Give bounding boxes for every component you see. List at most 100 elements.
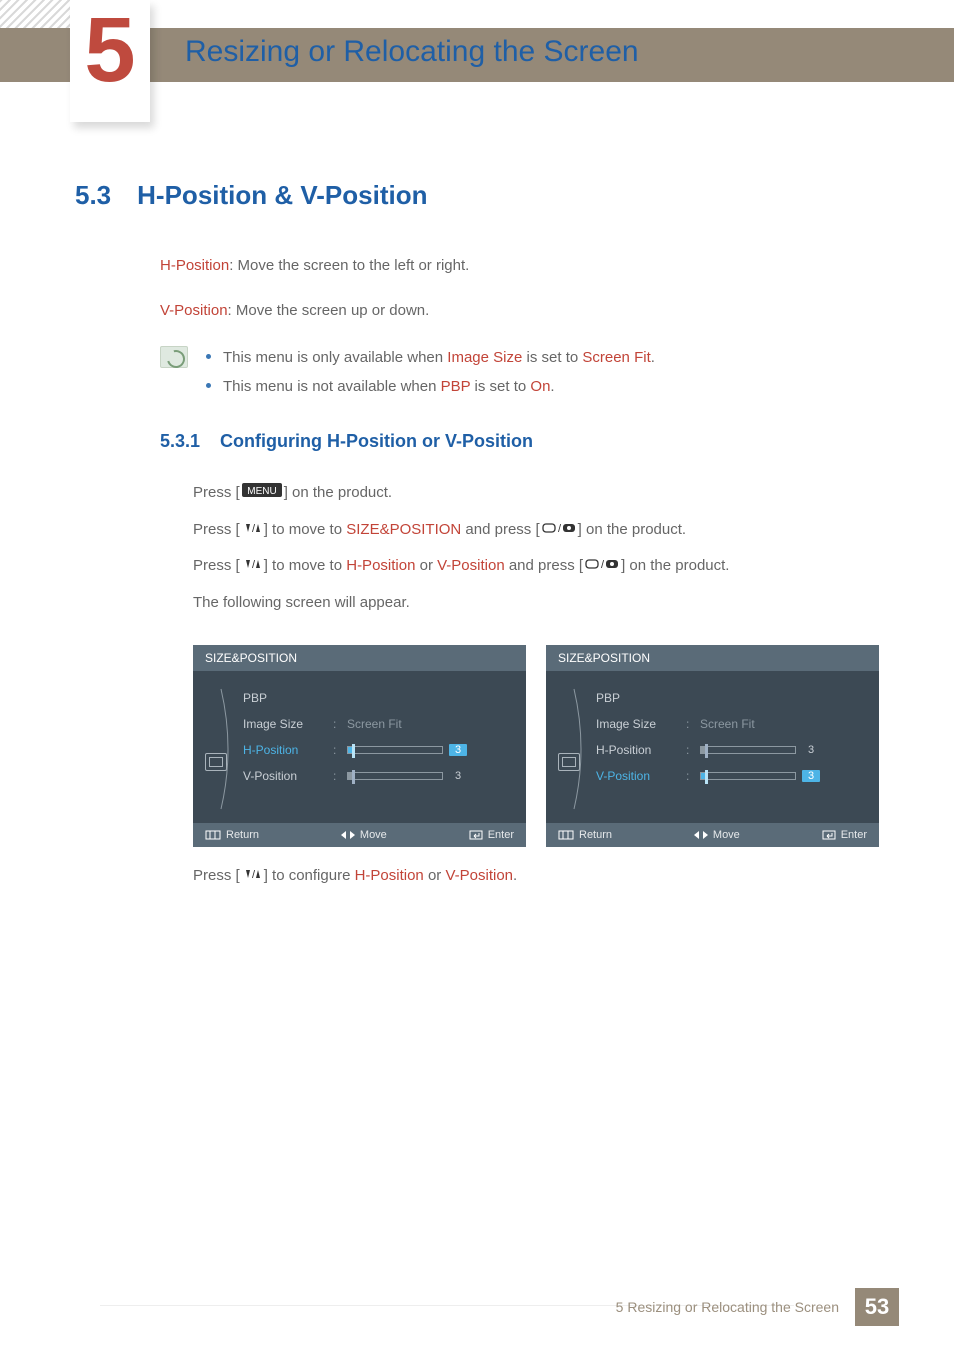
note-text: This menu is only available when bbox=[223, 349, 447, 366]
return-icon bbox=[205, 830, 221, 840]
osd-footer-text: Enter bbox=[841, 829, 867, 841]
step-text: ] to move to bbox=[264, 558, 347, 575]
osd-colon: : bbox=[333, 769, 347, 783]
step-bold: V-Position bbox=[437, 558, 505, 575]
osd-panel-h: SIZE&POSITION PBP Image Size:Screen Fit … bbox=[193, 645, 526, 847]
slider-value: 3 bbox=[802, 744, 820, 756]
osd-title: SIZE&POSITION bbox=[546, 645, 879, 671]
osd-label: PBP bbox=[243, 691, 333, 705]
section-number: 5.3 bbox=[75, 180, 111, 211]
osd-row: H-Position: 3 bbox=[596, 741, 861, 759]
osd-footer-text: Move bbox=[713, 829, 740, 841]
osd-footer-text: Enter bbox=[488, 829, 514, 841]
osd-footer-text: Return bbox=[226, 829, 259, 841]
note-item: This menu is only available when Image S… bbox=[206, 344, 655, 373]
osd-body: PBP Image Size:Screen Fit H-Position:3 V… bbox=[546, 671, 879, 823]
osd-label-active: V-Position bbox=[596, 769, 686, 783]
slider-track bbox=[347, 772, 443, 780]
slider-track bbox=[700, 772, 796, 780]
svg-text:/: / bbox=[252, 559, 256, 571]
osd-row-active: H-Position:3 bbox=[243, 741, 508, 759]
note-text: . bbox=[550, 378, 554, 395]
enter-icon bbox=[469, 830, 483, 840]
osd-label: Image Size bbox=[243, 717, 333, 731]
subsection-heading: 5.3.1 Configuring H-Position or V-Positi… bbox=[160, 431, 879, 452]
osd-slider: 3 bbox=[347, 770, 467, 782]
osd-value: Screen Fit bbox=[700, 717, 755, 731]
svg-text:/: / bbox=[601, 559, 605, 571]
slider-knob bbox=[705, 744, 708, 758]
step-bold: H-Position bbox=[355, 867, 424, 884]
osd-label: Image Size bbox=[596, 717, 686, 731]
step-text: and press [ bbox=[505, 558, 583, 575]
note-item: This menu is not available when PBP is s… bbox=[206, 373, 655, 402]
osd-move: Move bbox=[694, 829, 740, 841]
note-bold: On bbox=[530, 378, 550, 395]
step-text: Press [ bbox=[193, 521, 240, 538]
after-osd-step: Press [/] to configure H-Position or V-P… bbox=[193, 867, 879, 885]
osd-curve-icon bbox=[574, 689, 590, 809]
note-text: . bbox=[651, 349, 655, 366]
step-text: Press [ bbox=[193, 867, 240, 884]
svg-text:/: / bbox=[252, 523, 256, 535]
step-text: . bbox=[513, 867, 517, 884]
section-body: H-Position: Move the screen to the left … bbox=[160, 255, 879, 401]
slider-track bbox=[347, 746, 443, 754]
content-area: 5.3 H-Position & V-Position H-Position: … bbox=[75, 180, 879, 884]
osd-label: H-Position bbox=[596, 743, 686, 757]
chapter-number-box: 5 bbox=[70, 0, 150, 122]
note-text: is set to bbox=[470, 378, 530, 395]
h-position-text: : Move the screen to the left or right. bbox=[229, 257, 469, 274]
osd-colon: : bbox=[686, 743, 700, 757]
osd-return: Return bbox=[558, 829, 612, 841]
osd-body: PBP Image Size:Screen Fit H-Position:3 V… bbox=[193, 671, 526, 823]
osd-value: Screen Fit bbox=[347, 717, 402, 731]
enter-source-icon: / bbox=[542, 519, 576, 542]
steps-list: Press [ MENU ] on the product. Press [ / ] t… bbox=[193, 482, 879, 615]
step-text: or bbox=[415, 558, 437, 575]
osd-label: V-Position bbox=[243, 769, 333, 783]
step-text: ] on the product. bbox=[284, 484, 392, 501]
step-item: Press [ MENU ] on the product. bbox=[193, 482, 879, 505]
move-icon bbox=[694, 830, 708, 840]
chapter-title: Resizing or Relocating the Screen bbox=[185, 35, 639, 69]
step-bold: SIZE&POSITION bbox=[346, 521, 461, 538]
slider-knob bbox=[352, 770, 355, 784]
up-down-icon: / bbox=[242, 867, 262, 884]
osd-slider: 3 bbox=[347, 744, 467, 756]
step-text: or bbox=[424, 867, 446, 884]
osd-title: SIZE&POSITION bbox=[193, 645, 526, 671]
footer-text: 5 Resizing or Relocating the Screen bbox=[616, 1299, 839, 1315]
osd-label-active: H-Position bbox=[243, 743, 333, 757]
up-down-icon: / bbox=[242, 519, 262, 542]
note-bold: Image Size bbox=[447, 349, 522, 366]
osd-footer: Return Move Enter bbox=[193, 823, 526, 847]
osd-slider: 3 bbox=[700, 744, 820, 756]
step-text: and press [ bbox=[461, 521, 539, 538]
bullet-icon bbox=[206, 354, 211, 359]
note-text: is set to bbox=[522, 349, 582, 366]
note-icon bbox=[160, 346, 188, 368]
slider-value: 3 bbox=[449, 770, 467, 782]
slider-knob bbox=[705, 770, 708, 784]
osd-colon: : bbox=[686, 717, 700, 731]
slider-knob bbox=[352, 744, 355, 758]
osd-colon: : bbox=[686, 769, 700, 783]
step-text: ] on the product. bbox=[578, 521, 686, 538]
svg-text:MENU: MENU bbox=[247, 486, 276, 497]
osd-colon: : bbox=[333, 743, 347, 757]
up-down-icon: / bbox=[242, 555, 262, 578]
osd-row: Image Size:Screen Fit bbox=[243, 715, 508, 733]
osd-row: Image Size:Screen Fit bbox=[596, 715, 861, 733]
osd-curve-icon bbox=[221, 689, 237, 809]
osd-colon: : bbox=[333, 717, 347, 731]
slider-value: 3 bbox=[802, 770, 820, 782]
step-text: Press [ bbox=[193, 484, 240, 501]
osd-row: V-Position: 3 bbox=[243, 767, 508, 785]
osd-footer: Return Move Enter bbox=[546, 823, 879, 847]
note-list: This menu is only available when Image S… bbox=[206, 344, 655, 401]
osd-label: PBP bbox=[596, 691, 686, 705]
svg-text:/: / bbox=[558, 523, 562, 535]
note-text: This menu is not available when bbox=[223, 378, 441, 395]
osd-screenshots: SIZE&POSITION PBP Image Size:Screen Fit … bbox=[193, 645, 879, 847]
